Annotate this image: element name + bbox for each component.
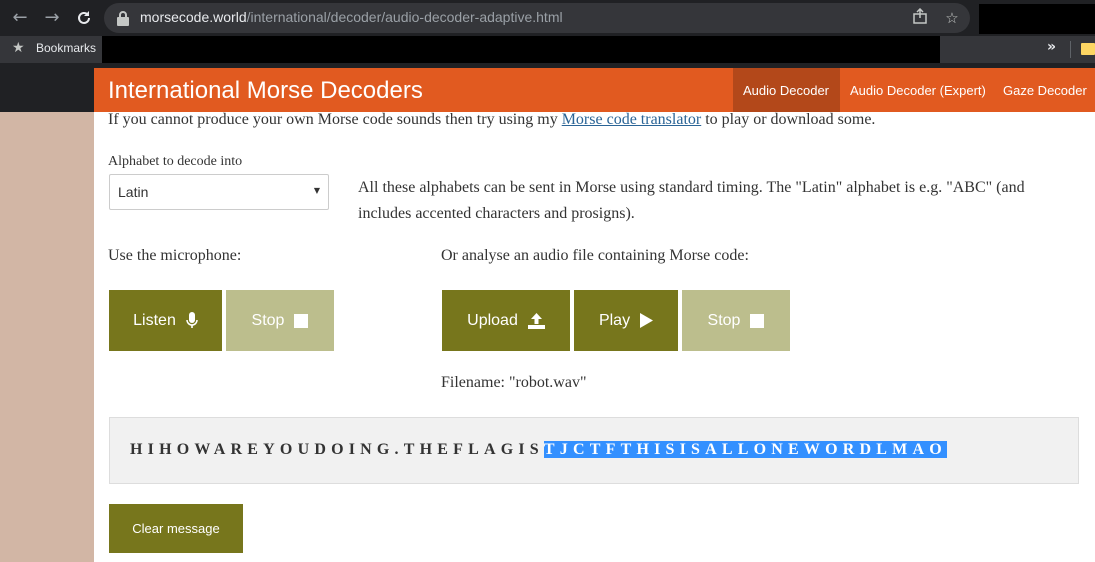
intro-after: to play or download some. bbox=[701, 111, 876, 128]
listen-button[interactable]: Listen bbox=[109, 290, 222, 351]
bookmarks-bar: ★ Bookmarks » bbox=[0, 36, 1095, 63]
alphabet-label: Alphabet to decode into bbox=[108, 154, 243, 169]
page-content: International Morse Decoders Audio Decod… bbox=[94, 68, 1095, 562]
bookmarks-button[interactable]: Bookmarks bbox=[36, 41, 96, 55]
alphabet-description: All these alphabets can be sent in Morse… bbox=[358, 179, 1025, 222]
listen-label: Listen bbox=[133, 311, 176, 329]
alphabet-selected-value: Latin bbox=[118, 184, 149, 200]
caret-down-icon: ▼ bbox=[313, 186, 320, 195]
morse-translator-link[interactable]: Morse code translator bbox=[562, 111, 702, 128]
stop-icon bbox=[750, 313, 765, 328]
microphone-icon bbox=[186, 312, 198, 328]
more-bookmarks-button[interactable]: » bbox=[1047, 39, 1056, 55]
share-icon[interactable] bbox=[910, 7, 930, 28]
forward-icon[interactable]: → bbox=[40, 6, 64, 30]
page-margin bbox=[0, 63, 94, 112]
redacted-area bbox=[979, 4, 1095, 34]
play-button[interactable]: Play bbox=[574, 290, 678, 351]
folder-icon[interactable] bbox=[1081, 43, 1095, 55]
star-icon: ★ bbox=[12, 40, 25, 56]
play-icon bbox=[640, 313, 654, 328]
audio-file-label: Or analyse an audio file containing Mors… bbox=[441, 247, 749, 264]
selected-text: TJCTFTHISISALLONEWORDLMAO bbox=[543, 441, 947, 458]
reload-icon[interactable] bbox=[72, 6, 96, 30]
microphone-label: Use the microphone: bbox=[108, 247, 242, 264]
upload-button[interactable]: Upload bbox=[442, 290, 570, 351]
file-stop-button[interactable]: Stop bbox=[682, 290, 790, 351]
intro-text: If you cannot produce your own Morse cod… bbox=[108, 111, 875, 129]
alphabet-select[interactable]: Latin ▼ bbox=[109, 174, 329, 210]
bookmark-star-icon[interactable]: ☆ bbox=[942, 8, 962, 28]
clear-message-button[interactable]: Clear message bbox=[109, 504, 243, 553]
decoded-message[interactable]: HIHOWAREYOUDOING.THEFLAGISTJCTFTHISISALL… bbox=[130, 441, 947, 459]
tab-audio-decoder[interactable]: Audio Decoder bbox=[733, 68, 840, 112]
mic-stop-label: Stop bbox=[251, 311, 285, 329]
mic-stop-button[interactable]: Stop bbox=[226, 290, 334, 351]
divider bbox=[1070, 41, 1071, 58]
intro-before: If you cannot produce your own Morse cod… bbox=[108, 111, 562, 128]
tab-audio-decoder-expert[interactable]: Audio Decoder (Expert) bbox=[840, 68, 996, 112]
filename-text: Filename: "robot.wav" bbox=[441, 374, 587, 391]
site-header: International Morse Decoders Audio Decod… bbox=[94, 68, 1095, 112]
file-stop-label: Stop bbox=[707, 311, 741, 329]
browser-toolbar: ← → morsecode.world/international/decode… bbox=[0, 0, 1095, 36]
tab-gaze-decoder[interactable]: Gaze Decoder bbox=[993, 68, 1095, 112]
upload-label: Upload bbox=[467, 311, 518, 329]
decoded-message-box[interactable]: HIHOWAREYOUDOING.THEFLAGISTJCTFTHISISALL… bbox=[109, 417, 1079, 484]
site-title[interactable]: International Morse Decoders bbox=[108, 77, 423, 105]
address-bar[interactable]: morsecode.world/international/decoder/au… bbox=[104, 3, 970, 33]
stop-icon bbox=[294, 313, 309, 328]
decoded-text: HIHOWAREYOUDOING.THEFLAGIS bbox=[130, 441, 544, 458]
lock-icon bbox=[117, 11, 129, 26]
url-text: morsecode.world/international/decoder/au… bbox=[140, 9, 563, 25]
redacted-bookmarks bbox=[102, 36, 940, 63]
play-label: Play bbox=[598, 311, 631, 329]
upload-icon bbox=[527, 312, 545, 329]
back-icon[interactable]: ← bbox=[8, 6, 32, 30]
